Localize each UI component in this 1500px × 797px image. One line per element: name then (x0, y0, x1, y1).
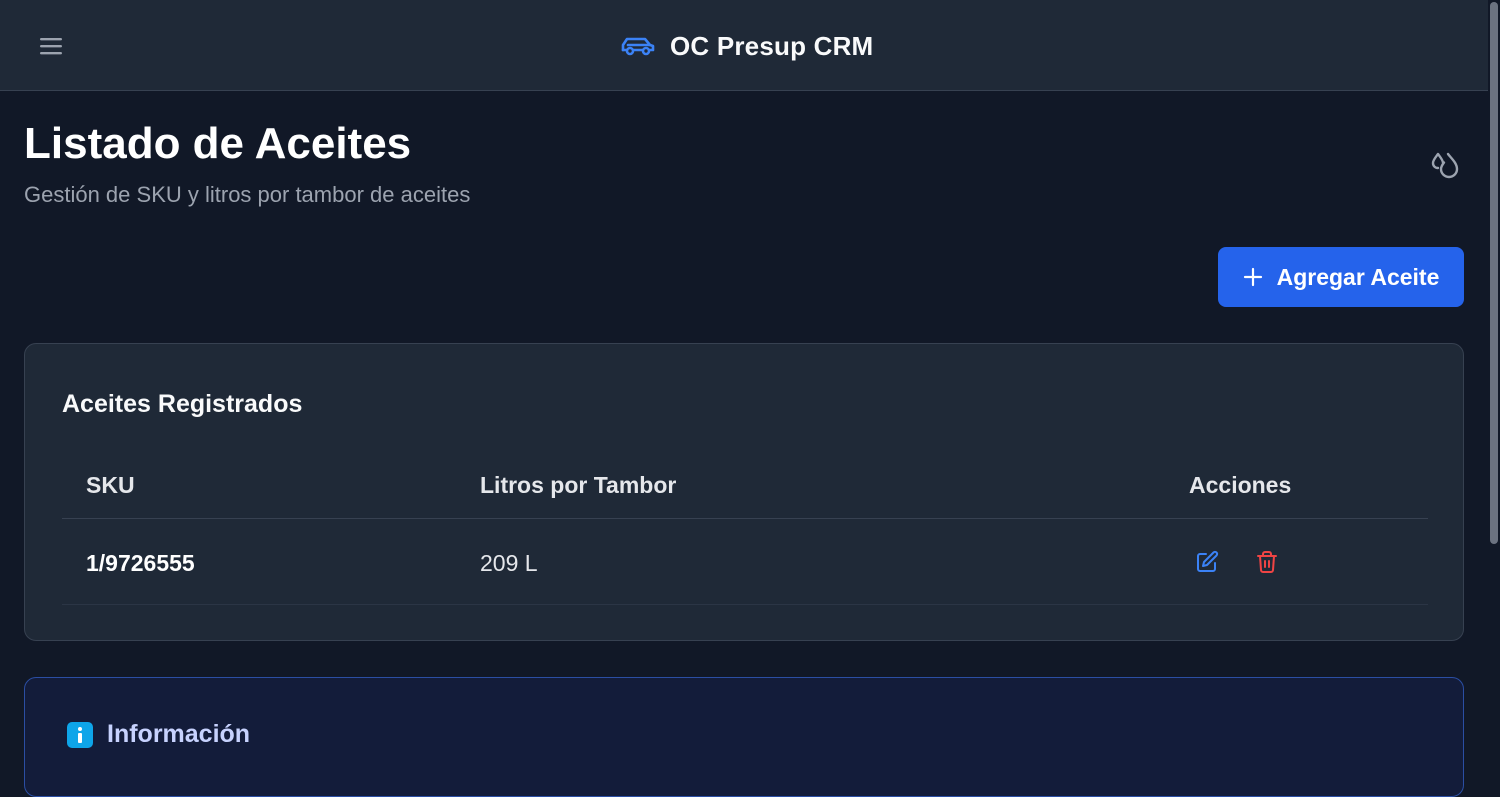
info-title: Información (107, 720, 251, 748)
oils-card: Aceites Registrados SKU Litros por Tambo… (24, 343, 1464, 641)
plus-icon (1243, 267, 1262, 287)
hamburger-menu-icon (40, 38, 62, 55)
delete-button[interactable] (1253, 548, 1281, 576)
car-icon (621, 37, 655, 56)
column-header-sku: SKU (86, 472, 135, 498)
info-icon (67, 722, 93, 748)
page-subtitle: Gestión de SKU y litros por tambor de ac… (24, 182, 471, 207)
cell-litros: 209 L (480, 550, 538, 576)
edit-button[interactable] (1193, 548, 1221, 576)
app-title: OC Presup CRM (670, 30, 874, 61)
edit-icon (1197, 550, 1219, 572)
scrollbar-thumb[interactable] (1490, 2, 1498, 544)
cell-sku: 1/9726555 (86, 550, 195, 576)
trash-icon (1257, 551, 1277, 573)
droplets-icon (1431, 152, 1459, 179)
info-card: Información (24, 677, 1464, 797)
card-title: Aceites Registrados (62, 390, 303, 418)
page-title: Listado de Aceites (24, 119, 412, 168)
top-navbar: OC Presup CRM (0, 0, 1488, 91)
brand[interactable]: OC Presup CRM (620, 30, 873, 62)
add-oil-button[interactable]: Agregar Aceite (1218, 247, 1464, 307)
page-scrollbar[interactable] (1488, 0, 1500, 734)
add-oil-button-label: Agregar Aceite (1276, 263, 1440, 290)
table-header: SKU Litros por Tambor Acciones (62, 452, 1428, 519)
column-header-acciones: Acciones (1189, 472, 1292, 498)
menu-button[interactable] (34, 31, 68, 61)
table-row: 1/9726555 209 L (62, 519, 1428, 605)
column-header-litros: Litros por Tambor (480, 472, 677, 498)
